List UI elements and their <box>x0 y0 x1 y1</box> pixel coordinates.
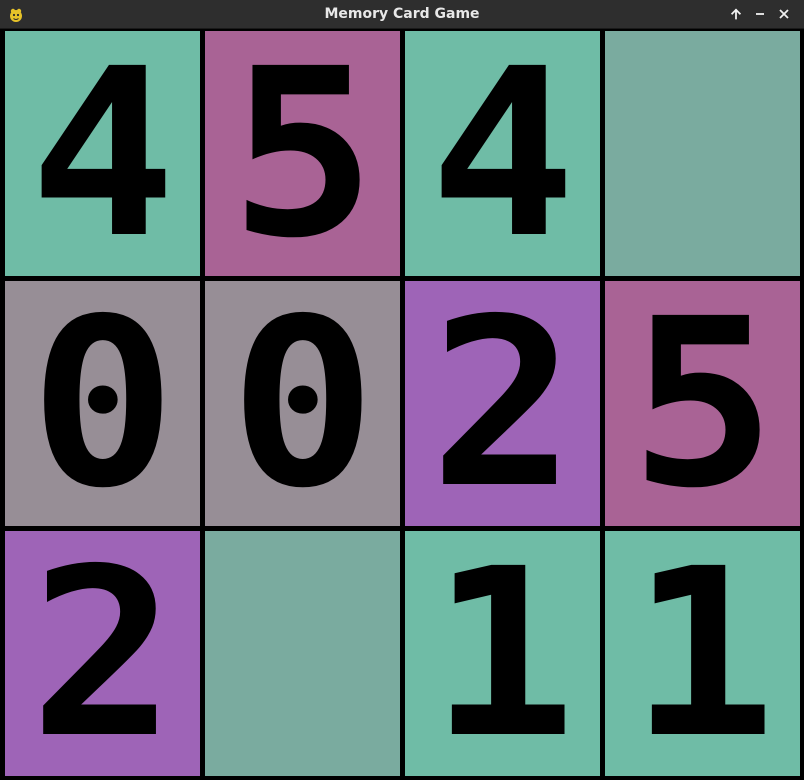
maximize-button[interactable] <box>727 5 745 23</box>
card-1[interactable]: 4 <box>5 31 200 276</box>
card-6[interactable]: 0 <box>205 281 400 526</box>
minimize-icon <box>754 8 766 20</box>
card-10[interactable] <box>205 531 400 776</box>
close-button[interactable] <box>775 5 793 23</box>
card-12[interactable]: 1 <box>605 531 800 776</box>
minimize-button[interactable] <box>751 5 769 23</box>
card-grid: 4 5 4 0 0 2 5 2 1 1 <box>0 29 804 780</box>
card-value: 2 <box>29 531 176 776</box>
close-icon <box>778 8 790 20</box>
card-value: 4 <box>29 31 176 276</box>
card-value: 1 <box>629 531 776 776</box>
card-value: 0 <box>229 281 376 526</box>
card-11[interactable]: 1 <box>405 531 600 776</box>
window-title: Memory Card Game <box>324 6 480 22</box>
card-7[interactable]: 2 <box>405 281 600 526</box>
card-8[interactable]: 5 <box>605 281 800 526</box>
card-2[interactable]: 5 <box>205 31 400 276</box>
card-4[interactable] <box>605 31 800 276</box>
card-value: 5 <box>629 281 776 526</box>
maximize-icon <box>730 8 742 20</box>
card-value: 4 <box>429 31 576 276</box>
card-5[interactable]: 0 <box>5 281 200 526</box>
card-value: 2 <box>429 281 576 526</box>
card-value: 5 <box>229 31 376 276</box>
card-9[interactable]: 2 <box>5 531 200 776</box>
card-3[interactable]: 4 <box>405 31 600 276</box>
card-value: 1 <box>429 531 576 776</box>
title-bar[interactable]: Memory Card Game <box>0 0 804 29</box>
card-value: 0 <box>29 281 176 526</box>
game-window: Memory Card Game 4 5 4 0 0 2 5 2 1 1 <box>0 0 804 780</box>
